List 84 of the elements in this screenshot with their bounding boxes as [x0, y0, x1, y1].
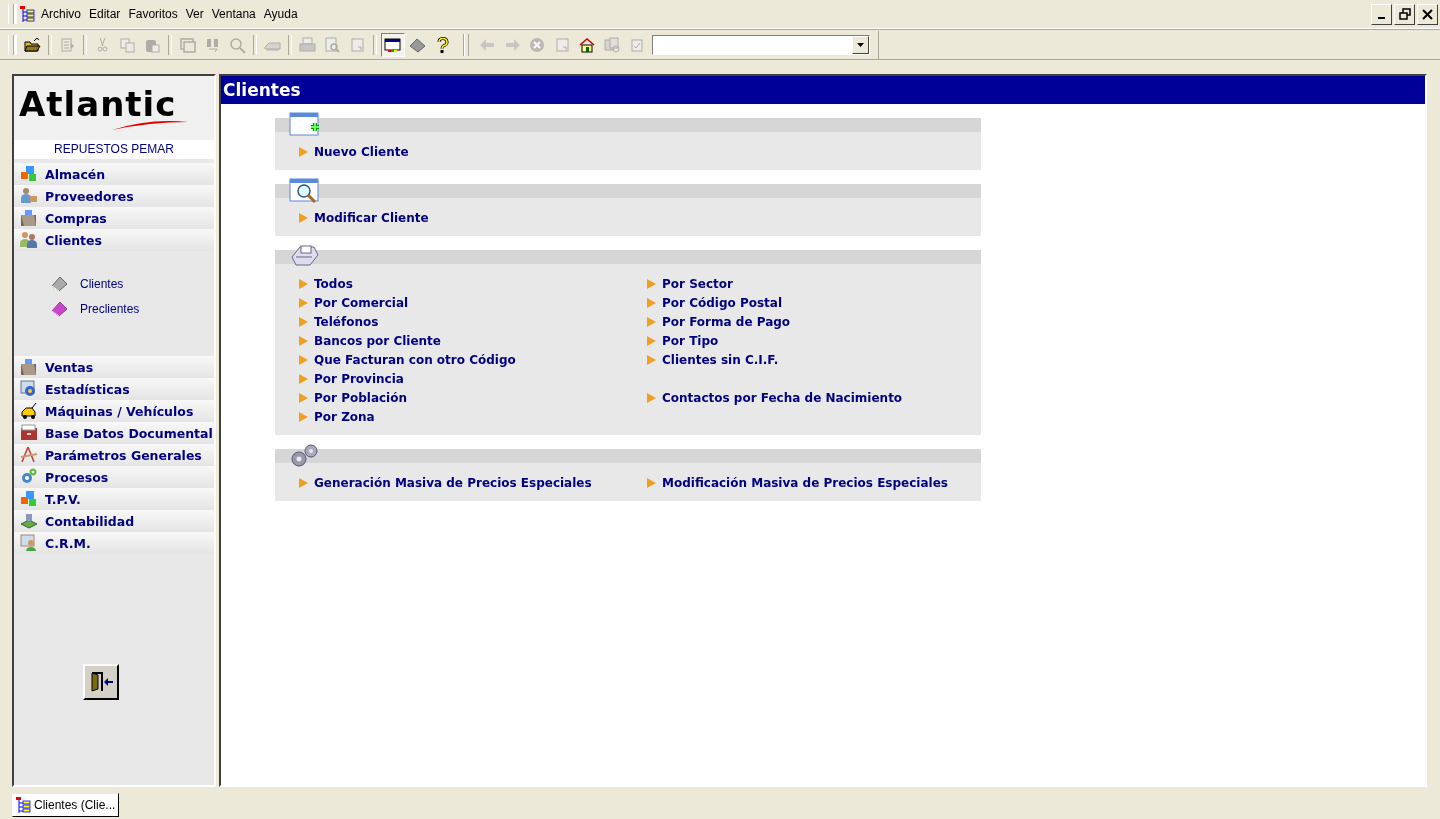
submenu-item[interactable]: Preclientes	[50, 300, 214, 318]
gears-icon	[20, 468, 38, 486]
module-item[interactable]: Máquinas / Vehículos	[14, 400, 214, 422]
report-link[interactable]: Modificación Masiva de Precios Especiales	[647, 475, 977, 490]
module-item[interactable]: Estadísticas	[14, 378, 214, 400]
menu-item[interactable]: Favoritos	[124, 7, 182, 21]
triangle-bullet-icon	[647, 297, 656, 308]
people-icon	[20, 231, 38, 249]
menu-item[interactable]: Ver	[181, 7, 208, 21]
report-link[interactable]: Modificar Cliente	[299, 210, 647, 225]
report-link[interactable]: Todos	[299, 276, 647, 291]
triangle-bullet-icon	[299, 212, 308, 223]
report-link[interactable]: Generación Masiva de Precios Especiales	[299, 475, 647, 490]
submenu-item[interactable]: Clientes	[50, 275, 214, 293]
module-item[interactable]: C.R.M.	[14, 532, 214, 554]
menu-item[interactable]: Archivo	[37, 7, 85, 21]
exit-button[interactable]	[83, 664, 119, 700]
window-magnifier-icon	[289, 177, 321, 205]
module-item[interactable]: Proveedores	[14, 185, 214, 207]
module-item[interactable]: Parámetros Generales	[14, 444, 214, 466]
triangle-bullet-icon	[299, 411, 308, 422]
address-dropdown[interactable]	[652, 35, 870, 55]
person-box-icon	[20, 187, 38, 205]
report-link[interactable]: Contactos por Fecha de Nacimiento	[647, 390, 977, 405]
cubes-icon	[20, 490, 38, 508]
report-link[interactable]: Por Comercial	[299, 295, 647, 310]
module-item[interactable]: T.P.V.	[14, 488, 214, 510]
triangle-bullet-icon	[299, 354, 308, 365]
report-link[interactable]: Teléfonos	[299, 314, 647, 329]
report-link[interactable]: Bancos por Cliente	[299, 333, 647, 348]
triangle-bullet-icon	[647, 278, 656, 289]
menu-item[interactable]: Ayuda	[259, 7, 302, 21]
triangle-bullet-icon	[299, 373, 308, 384]
grip-handle[interactable]	[8, 4, 14, 24]
triangle-bullet-icon	[647, 477, 656, 488]
report-link[interactable]: Por Tipo	[647, 333, 977, 348]
report-link[interactable]: Por Forma de Pago	[647, 314, 977, 329]
folder-icon	[20, 209, 38, 227]
triangle-bullet-icon	[299, 392, 308, 403]
triangle-bullet-icon	[647, 316, 656, 327]
module-item[interactable]: Contabilidad	[14, 510, 214, 532]
report-link[interactable]: Por Población	[299, 390, 647, 405]
report-link[interactable]: Nuevo Cliente	[299, 144, 647, 159]
money-icon	[20, 512, 38, 530]
report-link[interactable]: Por Zona	[299, 409, 647, 424]
triangle-bullet-icon	[647, 354, 656, 365]
triangle-bullet-icon	[299, 316, 308, 327]
report-link[interactable]: Por Código Postal	[647, 295, 977, 310]
new-window-icon	[289, 111, 321, 139]
company-name: REPUESTOS PEMAR	[14, 140, 214, 159]
atlantic-logo: Atlantic	[19, 84, 177, 124]
triangle-bullet-icon	[299, 146, 308, 157]
triangle-bullet-icon	[299, 278, 308, 289]
report-link[interactable]: Que Facturan con otro Código	[299, 352, 647, 367]
triangle-bullet-icon	[647, 335, 656, 346]
grip-handle[interactable]	[8, 35, 14, 55]
folder-icon	[20, 358, 38, 376]
module-item[interactable]: Almacén	[14, 163, 214, 185]
page-title: Clientes	[221, 76, 1425, 104]
person-screen-icon	[20, 534, 38, 552]
menu-item[interactable]: Editar	[85, 7, 125, 21]
module-item[interactable]: Base Datos Documental	[14, 422, 214, 444]
triangle-bullet-icon	[299, 477, 308, 488]
tree-icon	[16, 797, 31, 813]
menu-item[interactable]: Ventana	[207, 7, 260, 21]
report-link[interactable]: Por Provincia	[299, 371, 647, 386]
module-item[interactable]: Procesos	[14, 466, 214, 488]
app-tree-icon	[20, 6, 35, 22]
chart-icon	[20, 380, 38, 398]
triangle-bullet-icon	[299, 335, 308, 346]
dropdown-arrow-icon[interactable]	[857, 43, 864, 47]
machine-icon	[20, 402, 38, 420]
module-item[interactable]: Compras	[14, 207, 214, 229]
document-tab[interactable]: Clientes (Clie...	[12, 793, 120, 817]
report-link[interactable]: Por Sector	[647, 276, 977, 291]
grip-handle[interactable]	[463, 34, 469, 56]
door-arrow-icon[interactable]	[88, 671, 114, 693]
cubes-icon	[20, 165, 38, 183]
drawer-icon	[20, 424, 38, 442]
module-item[interactable]: Clientes	[14, 229, 214, 251]
triangle-bullet-icon	[299, 297, 308, 308]
triangle-bullet-icon	[647, 392, 656, 403]
module-item[interactable]: Ventas	[14, 356, 214, 378]
report-link[interactable]: Clientes sin C.I.F.	[647, 352, 977, 367]
